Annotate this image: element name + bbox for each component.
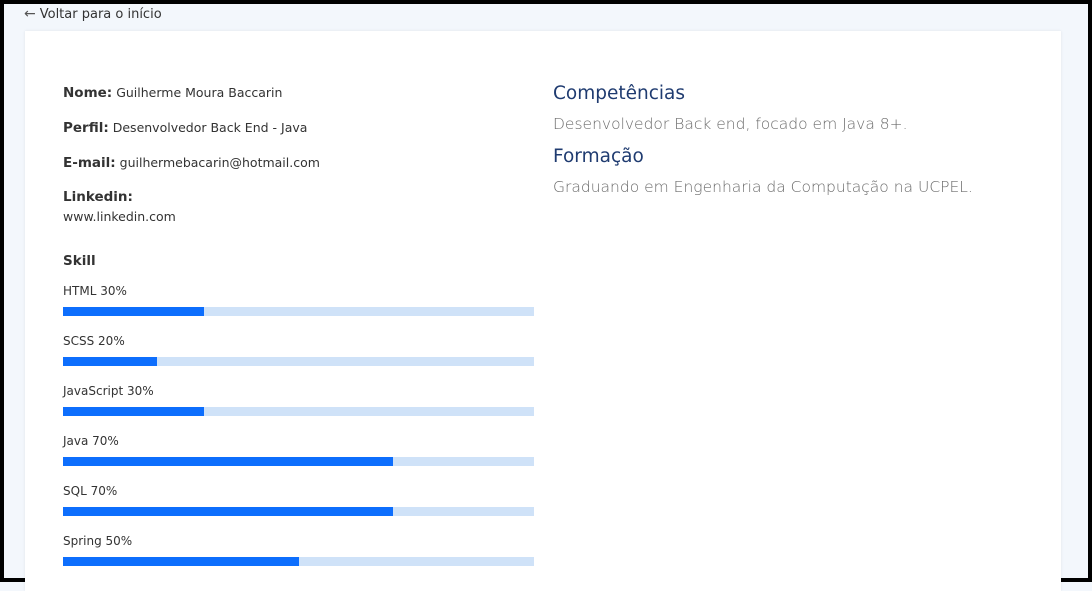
skill-progress-fill <box>63 357 158 366</box>
competencias-title: Competências <box>553 83 686 104</box>
name-row: Nome: Guilherme Moura Baccarin <box>63 83 534 103</box>
skill-label: Spring 50% <box>63 534 133 548</box>
skill-progress-bar <box>63 507 534 516</box>
profile-info-column: Nome: Guilherme Moura Baccarin Perfil: D… <box>63 83 534 584</box>
skill-label: SQL 70% <box>63 484 118 498</box>
formacao-title: Formação <box>553 146 644 167</box>
name-label: Nome: <box>63 85 113 101</box>
skill-progress-fill <box>63 307 205 316</box>
skill-progress-fill <box>63 457 393 466</box>
skill-item: Spring 50% <box>63 534 534 584</box>
skills-list: HTML 30% SCSS 20% JavaScript 30% Java 70% SQ… <box>63 284 534 584</box>
profile-value: Desenvolvedor Back End - Java <box>112 120 308 135</box>
skill-item: JavaScript 30% <box>63 384 534 434</box>
skill-progress-bar <box>63 407 534 416</box>
profile-label: Perfil: <box>63 120 109 136</box>
skill-item: HTML 30% <box>63 284 534 334</box>
email-row: E-mail: guilhermebacarin@hotmail.com <box>63 153 534 173</box>
profile-card: Nome: Guilherme Moura Baccarin Perfil: D… <box>25 31 1061 591</box>
skill-item: SQL 70% <box>63 484 534 534</box>
skill-label: HTML 30% <box>63 284 127 298</box>
formacao-text: Graduando em Engenharia da Computação na… <box>553 178 973 196</box>
arrow-left-icon: ← <box>24 6 36 22</box>
competencias-text: Desenvolvedor Back end, focado em Java 8… <box>553 115 908 133</box>
skill-progress-bar <box>63 457 534 466</box>
skill-item: Java 70% <box>63 434 534 484</box>
linkedin-row: Linkedin: www.linkedin.com <box>63 188 534 226</box>
skill-item: SCSS 20% <box>63 334 534 384</box>
profile-row: Perfil: Desenvolvedor Back End - Java <box>63 118 534 138</box>
skill-label: JavaScript 30% <box>63 384 154 398</box>
skills-title: Skill <box>63 253 96 269</box>
skill-label: SCSS 20% <box>63 334 125 348</box>
linkedin-label: Linkedin: <box>63 189 133 205</box>
skill-label: Java 70% <box>63 434 119 448</box>
skill-progress-fill <box>63 407 205 416</box>
skill-progress-bar <box>63 307 534 316</box>
skill-progress-fill <box>63 557 299 566</box>
skill-progress-bar <box>63 357 534 366</box>
email-label: E-mail: <box>63 155 116 171</box>
back-link[interactable]: ← Voltar para o início <box>24 6 162 22</box>
skill-progress-bar <box>63 557 534 566</box>
linkedin-value: www.linkedin.com <box>63 209 176 224</box>
email-value: guilhermebacarin@hotmail.com <box>119 155 320 170</box>
skill-progress-fill <box>63 507 393 516</box>
name-value: Guilherme Moura Baccarin <box>116 85 283 100</box>
summary-column: Competências Desenvolvedor Back end, foc… <box>553 83 1033 209</box>
back-link-label: Voltar para o início <box>39 6 162 22</box>
